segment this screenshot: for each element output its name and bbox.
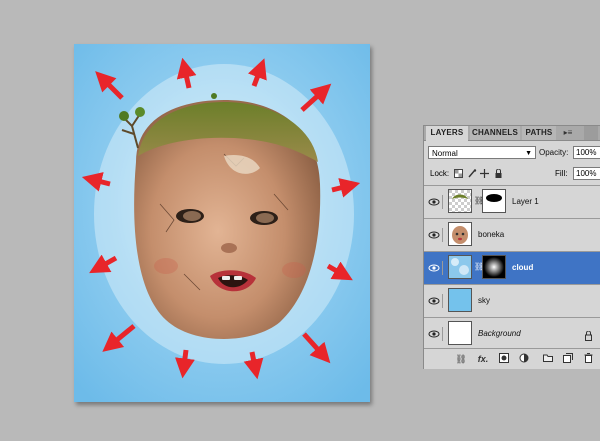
lock-position-icon[interactable] [480, 169, 489, 178]
opacity-label: Opacity: [539, 148, 569, 157]
layer-name: Layer 1 [512, 197, 539, 206]
arrow-s-right [243, 351, 264, 380]
layer-row-sky[interactable]: sky [424, 284, 600, 317]
layer-thumbnail [448, 255, 472, 279]
new-layer-icon[interactable] [562, 353, 574, 365]
layer-name: sky [478, 296, 490, 305]
arrow-s-left [175, 349, 195, 379]
layers-panel: LAYERS CHANNELS PATHS ▸≡ Normal ▼ Opacit… [423, 125, 600, 369]
lock-transparency-icon[interactable] [454, 169, 463, 178]
tab-layers[interactable]: LAYERS [426, 126, 468, 141]
lock-label: Lock: [430, 169, 450, 178]
lock-all-icon[interactable] [494, 168, 503, 178]
layer-mask-thumbnail[interactable] [482, 255, 506, 279]
layer-thumbnail [448, 321, 472, 345]
artwork [74, 44, 370, 402]
layer-name: cloud [512, 263, 534, 272]
layer-thumbnail [448, 288, 472, 312]
panel-footer: ⛓ fx. [424, 348, 600, 369]
add-mask-icon[interactable] [498, 353, 510, 365]
blend-mode-select[interactable]: Normal ▼ [428, 146, 536, 159]
eye-icon[interactable] [428, 195, 443, 209]
layer-row-layer-1[interactable]: ⛓ Layer 1 [424, 185, 600, 218]
layer-name: Background [478, 329, 521, 338]
layer-name: boneka [478, 230, 505, 239]
layer-thumbnail [448, 222, 472, 246]
fill-label: Fill: [555, 169, 568, 178]
document-canvas[interactable] [74, 44, 370, 402]
layer-row-cloud[interactable]: ⛓ cloud [424, 251, 600, 284]
layer-thumbnail [448, 189, 472, 213]
panel-menu-icon[interactable]: ▸≡ [560, 126, 576, 140]
eye-icon[interactable] [428, 228, 443, 242]
lock-pixels-icon[interactable] [468, 169, 477, 178]
chevron-down-icon: ▼ [525, 150, 532, 157]
eye-icon[interactable] [428, 294, 443, 308]
panel-collapse-button[interactable] [584, 126, 598, 140]
adjustment-layer-icon[interactable] [518, 353, 530, 365]
layer-row-background[interactable]: Background [424, 317, 600, 350]
panel-tab-bar: LAYERS CHANNELS PATHS ▸≡ [424, 126, 600, 141]
link-layers-icon[interactable]: ⛓ [454, 353, 468, 365]
eye-icon[interactable] [428, 327, 443, 341]
eye-icon[interactable] [428, 261, 443, 275]
new-group-icon[interactable] [542, 353, 554, 365]
opacity-field[interactable]: 100% [573, 146, 600, 159]
fx-icon[interactable]: fx. [476, 353, 490, 365]
blend-mode-value: Normal [432, 149, 458, 158]
trash-icon[interactable] [582, 353, 594, 365]
layer-mask-thumbnail[interactable] [482, 189, 506, 213]
tab-channels[interactable]: CHANNELS [470, 126, 520, 140]
layer-row-boneka[interactable]: boneka [424, 218, 600, 251]
layer-list: ⛓ Layer 1 boneka ⛓ cloud sky Background [424, 185, 600, 350]
fill-field[interactable]: 100% [573, 167, 600, 180]
lock-icon [584, 328, 593, 346]
tab-paths[interactable]: PATHS [522, 126, 556, 140]
